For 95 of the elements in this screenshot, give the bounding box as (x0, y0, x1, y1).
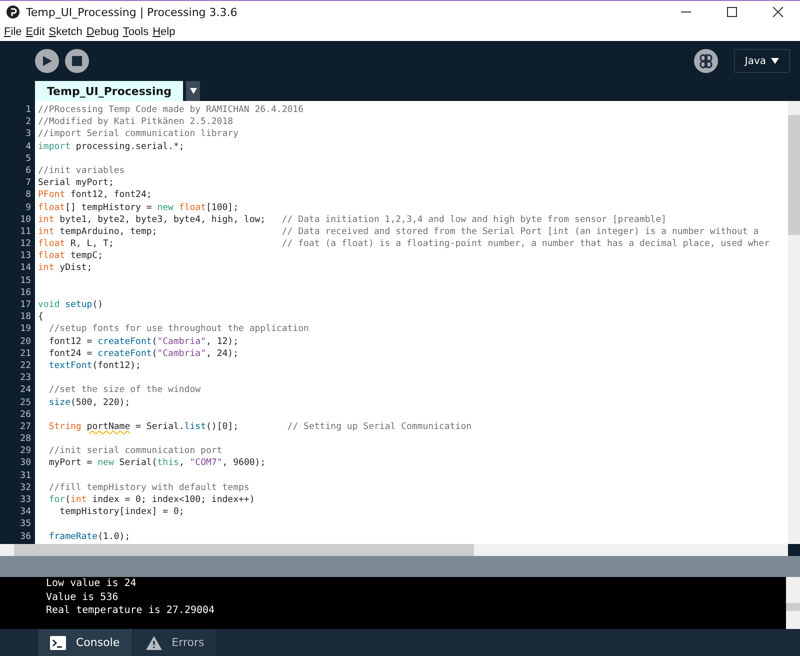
code-line: int yDist; (37, 262, 92, 275)
line-number: 15 (19, 274, 32, 287)
line-number: 2 (24, 116, 32, 128)
code-line: //fill tempHistory with default temps (48, 482, 250, 494)
code-line: //PRocessing Temp Code made by RAMICHAN 26.4.2016 (37, 104, 304, 116)
butterfly-icon (698, 53, 714, 69)
caret-icon (771, 58, 779, 64)
code-line: float[] tempHistory = new float[100]; (37, 202, 239, 214)
line-number: 22 (19, 360, 32, 372)
terminal-icon (50, 636, 66, 650)
menu-item[interactable]: Help (150, 26, 178, 38)
line-number: 9 (24, 202, 32, 214)
menu-item[interactable]: Edit (24, 26, 47, 38)
code-line: int byte1, byte2, byte3, byte4, high, low; // Data initiation 1,2,3,4 and low and high byte from sensor [preamble] (37, 214, 667, 226)
stop-button[interactable] (65, 49, 89, 73)
console-tab[interactable]: Console (38, 629, 132, 656)
code-line: Serial myPort; (37, 177, 114, 190)
run-button[interactable] (35, 49, 59, 73)
code-line: String portName = Serial.list()[0]; // Setting up Serial Communication (48, 420, 472, 434)
line-number: 19 (19, 323, 32, 336)
code-line: //set the size of the window (48, 384, 201, 396)
line-number: 11 (19, 226, 32, 238)
code-line: font24 = createFont("Cambria", 24); (48, 348, 239, 360)
code-line: myPort = new Serial(this, "COM7", 9600); (48, 457, 266, 470)
menu-item[interactable]: File (2, 26, 24, 38)
debug-button[interactable] (694, 49, 718, 73)
maximize-icon[interactable] (726, 6, 738, 18)
code-line: void setup() (37, 299, 104, 312)
code-line: float tempC; (37, 250, 104, 262)
menu-item[interactable]: Tools (120, 26, 151, 38)
app-logo-icon (6, 5, 20, 19)
line-number: 25 (19, 396, 32, 409)
code-line: frameRate(1.0); (48, 530, 130, 543)
sketch-tab[interactable]: Temp_UI_Processing (35, 81, 184, 101)
console-line: Low value is 24 (46, 577, 138, 590)
line-number: 30 (19, 457, 32, 470)
line-number: 14 (19, 262, 32, 275)
stop-icon (72, 56, 82, 66)
line-number: 29 (19, 445, 32, 458)
code-line: for(int index = 0; index<100; index++) (48, 494, 255, 506)
code-line: textFont(font12); (48, 360, 141, 372)
tab-menu-button[interactable] (186, 81, 200, 101)
line-number: 31 (19, 470, 32, 482)
code-line: float R, L, T; // foat (a float) is a floating-point number, a number that has a decimal place, used wher (37, 238, 770, 250)
code-line: font12 = createFont("Cambria", 12); (48, 336, 239, 348)
line-number: 28 (19, 433, 32, 446)
line-number: 17 (19, 299, 32, 312)
caret-icon (190, 88, 197, 94)
play-icon (41, 55, 53, 67)
console-line: Value is 536 (46, 590, 120, 604)
line-number: 6 (24, 164, 32, 178)
code-line: //init variables (37, 164, 125, 178)
code-line: tempHistory[index] = 0; (58, 506, 184, 518)
line-number: 20 (19, 336, 32, 348)
line-number: 27 (19, 420, 32, 434)
line-number: 18 (19, 311, 32, 324)
line-number: 5 (24, 152, 32, 165)
close-icon[interactable] (772, 6, 784, 18)
line-number: 26 (19, 408, 32, 421)
mode-dropdown[interactable]: Java (734, 49, 790, 73)
line-number: 13 (19, 250, 32, 262)
code-line: int tempArduino, temp; // Data received and stored from the Serial Port [int (an integer) is a number without a (37, 226, 759, 238)
console-scrollbar[interactable] (786, 577, 800, 629)
window-title: Temp_UI_Processing | Processing 3.3.6 (26, 6, 238, 18)
horizontal-scrollbar[interactable] (0, 544, 788, 556)
line-number: 4 (24, 140, 32, 153)
line-number: 10 (19, 214, 32, 226)
line-number: 8 (24, 189, 32, 202)
line-number: 23 (19, 372, 32, 384)
code-line: PFont font12, font24; (37, 189, 152, 202)
console-line: Real temperature is 27.29004 (46, 604, 216, 618)
line-number: 36 (19, 530, 32, 543)
code-line: //setup fonts for use throughout the application (48, 323, 309, 336)
menu-item[interactable]: Debug (84, 26, 121, 38)
console-tab[interactable]: Errors (134, 629, 216, 656)
line-number: 24 (19, 384, 32, 396)
line-number: 7 (24, 177, 32, 190)
code-line: size(500, 220); (48, 396, 130, 409)
code-line: { (37, 311, 44, 324)
line-number: 12 (19, 238, 32, 250)
line-number: 35 (19, 518, 32, 531)
warning-icon (146, 636, 162, 650)
code-line: //import Serial communication library (37, 128, 238, 141)
code-line: //Modified by Kati Pitkänen 2.5.2018 (37, 116, 234, 128)
code-line: import processing.serial.*; (37, 140, 184, 153)
line-number: 1 (24, 104, 32, 116)
line-number: 16 (19, 286, 32, 299)
menu-item[interactable]: Sketch (46, 26, 84, 38)
line-number: 3 (24, 128, 32, 141)
vertical-scrollbar[interactable] (788, 101, 800, 544)
line-number: 33 (19, 494, 32, 506)
line-number: 21 (19, 348, 32, 360)
line-number: 32 (19, 482, 32, 494)
code-line: //init serial communication port (48, 445, 222, 458)
line-number: 34 (19, 506, 32, 518)
